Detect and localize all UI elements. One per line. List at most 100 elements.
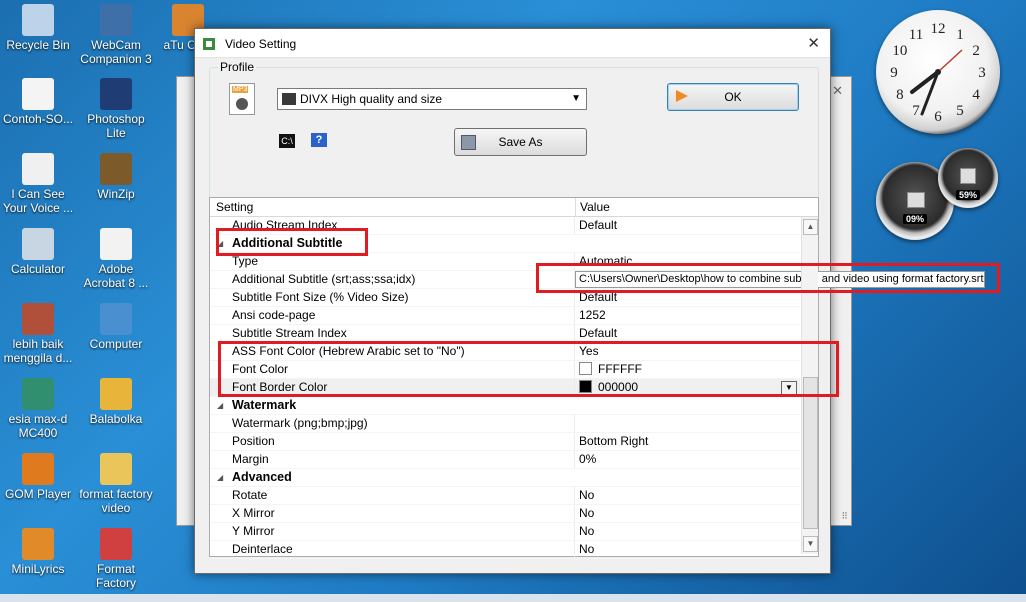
desktop-icon[interactable]: Recycle Bin [0,4,76,52]
grid-property-row[interactable]: X Mirror No [210,505,800,523]
grid-property-row[interactable]: Audio Stream Index Default [210,217,800,235]
desktop-icon[interactable]: Photoshop Lite [78,78,154,140]
property-value[interactable]: FFFFFF [579,362,642,376]
video-file-icon [22,303,54,335]
clock-number: 5 [956,103,964,119]
webcam-icon [100,4,132,36]
property-value-text: Bottom Right [579,434,649,448]
property-grid: Setting Value Audio Stream Index Default ◢… [209,197,985,559]
property-value[interactable]: No [579,542,594,556]
grid-property-row[interactable]: Subtitle Font Size (% Video Size) Default [210,289,800,307]
scroll-up-icon[interactable]: ▲ [803,219,818,235]
desktop-icon[interactable]: Contoh-SO... [0,78,76,126]
property-value[interactable]: Default [579,218,617,232]
modem-icon [22,378,54,410]
property-name: Subtitle Font Size (% Video Size) [232,290,409,304]
collapse-triangle-icon[interactable]: ◢ [217,473,223,482]
property-value[interactable]: No [579,524,594,538]
close-button[interactable]: ✕ [807,34,820,52]
profile-select[interactable]: DIVX High quality and size ▼ [277,88,587,110]
grid-property-row[interactable]: ASS Font Color (Hebrew Arabic set to "No… [210,343,800,361]
clock-number: 12 [931,21,946,37]
resize-grip-icon[interactable]: ⠿ [841,511,848,522]
grid-property-row[interactable]: Font Border Color 000000 ▼ [210,379,800,397]
grid-property-row[interactable]: Rotate No [210,487,800,505]
subtitle-path-input[interactable]: C:\Users\Owner\Desktop\how to combine su… [575,271,985,288]
property-value[interactable]: Automatic [579,254,632,268]
recycle-bin-icon [22,4,54,36]
property-value[interactable]: No [579,488,594,502]
grid-property-row[interactable]: Position Bottom Right [210,433,800,451]
grid-category-row[interactable]: ◢ Advanced [210,469,800,487]
collapse-triangle-icon[interactable]: ◢ [217,239,223,248]
desktop-icon[interactable]: Adobe Acrobat 8 ... [78,228,154,290]
collapse-triangle-icon[interactable]: ◢ [217,401,223,410]
desktop-icon[interactable]: I Can See Your Voice ... [0,153,76,215]
color-swatch [579,362,592,375]
desktop-icon-label: esia max-d MC400 [8,412,68,440]
grid-property-row[interactable]: Margin 0% [210,451,800,469]
column-separator [574,415,575,432]
clock-number: 7 [912,103,920,119]
property-value[interactable]: Default [579,290,617,304]
desktop-icon[interactable]: Format Factory [78,528,154,590]
property-value[interactable]: 0% [579,452,596,466]
property-name: Additional Subtitle [232,236,343,250]
grid-property-row[interactable]: Ansi code-page 1252 [210,307,800,325]
desktop-icon-label: Recycle Bin [6,38,70,52]
clock-number: 11 [909,27,923,43]
help-icon[interactable]: ? [311,133,327,147]
desktop-icon[interactable]: format factory video [78,453,154,515]
desktop-icon[interactable]: GOM Player [0,453,76,501]
property-value[interactable]: Default [579,326,617,340]
property-name: Position [232,434,275,448]
profile-select-value: DIVX High quality and size [300,92,443,106]
grid-property-row[interactable]: Font Color FFFFFF [210,361,800,379]
property-name: ASS Font Color (Hebrew Arabic set to "No… [232,344,465,358]
property-name: Audio Stream Index [232,218,338,232]
document-icon [22,78,54,110]
property-value[interactable]: Yes [579,344,599,358]
column-separator [574,505,575,522]
balabolka-icon [100,378,132,410]
property-value[interactable]: 000000 [579,380,638,394]
grid-property-row[interactable]: Watermark (png;bmp;jpg) [210,415,800,433]
grid-property-row[interactable]: Type Automatic [210,253,800,271]
property-value-text: Yes [579,344,599,358]
grid-category-row[interactable]: ◢ Additional Subtitle [210,235,800,253]
desktop-icon[interactable]: WebCam Companion 3 [78,4,154,66]
dialog-titlebar[interactable]: Video Setting ✕ [195,29,830,58]
ok-button[interactable]: OK [667,83,799,111]
grid-category-row[interactable]: ◢ Watermark [210,397,800,415]
save-as-button[interactable]: Save As [454,128,587,156]
grid-property-row[interactable]: Additional Subtitle (srt;ass;ssa;idx) C:\… [210,271,985,289]
desktop-icon-label: Photoshop Lite [87,112,145,140]
grid-property-row[interactable]: Y Mirror No [210,523,800,541]
scroll-down-icon[interactable]: ▼ [803,536,818,552]
command-prompt-icon[interactable]: C:\ [279,134,295,148]
command-prompt-label: C:\ [281,136,293,146]
desktop-icon[interactable]: lebih baik menggila d... [0,303,76,365]
desktop-icon[interactable]: Balabolka [78,378,154,426]
desktop-icon[interactable]: Computer [78,303,154,351]
desktop-icon[interactable]: MiniLyrics [0,528,76,576]
help-label: ? [315,134,323,146]
desktop-icon[interactable]: Calculator [0,228,76,276]
scrollbar-thumb[interactable] [803,377,818,529]
clock-number: 3 [978,65,986,81]
clock-number: 8 [896,87,904,103]
color-dropdown-icon[interactable]: ▼ [781,381,797,395]
property-grid-scrollbar[interactable]: ▲ ▼ [801,217,818,554]
property-value[interactable]: 1252 [579,308,606,322]
property-value[interactable]: No [579,506,594,520]
property-value[interactable]: Bottom Right [579,434,648,448]
desktop-icon[interactable]: esia max-d MC400 [0,378,76,440]
grid-property-row[interactable]: Subtitle Stream Index Default [210,325,800,343]
column-separator [574,433,575,450]
close-icon[interactable]: ✕ [832,83,843,99]
desktop-icon[interactable]: WinZip [78,153,154,201]
taskbar [0,594,1026,602]
grid-property-row[interactable]: Deinterlace No [210,541,800,559]
property-value-text: No [579,488,595,502]
memory-percent: 59% [955,190,981,200]
